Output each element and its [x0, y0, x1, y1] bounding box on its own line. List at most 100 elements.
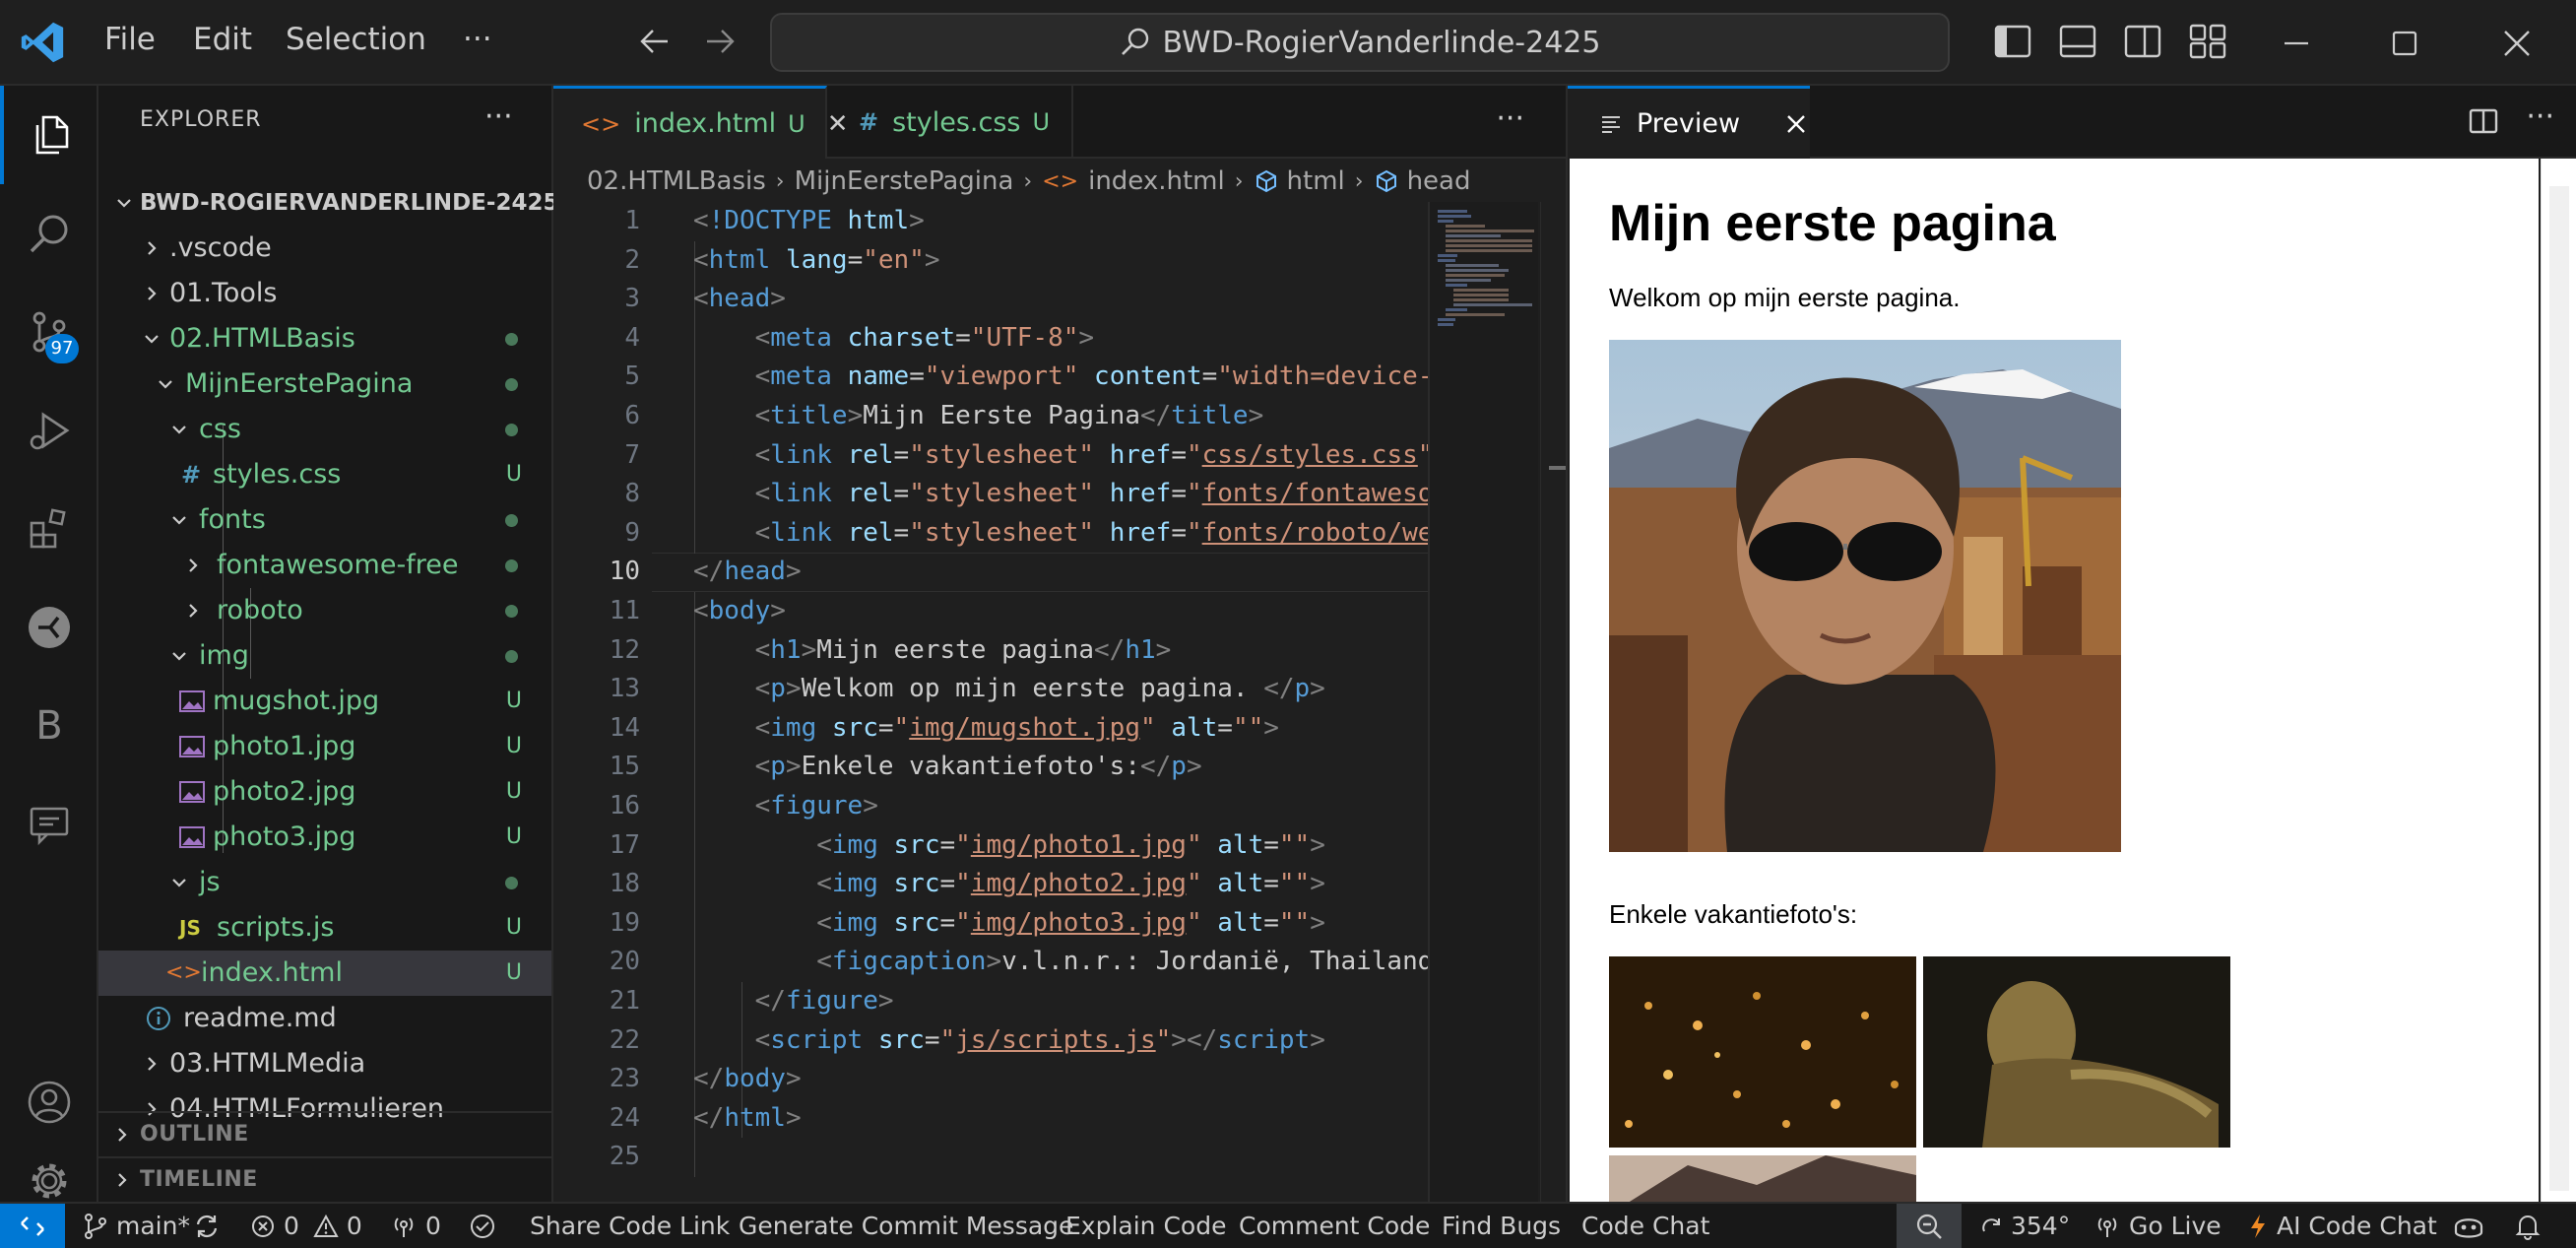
tree-item-photo2[interactable]: photo2.jpg U — [98, 769, 551, 815]
photo2-image — [1923, 956, 2230, 1148]
untracked-badge: U — [505, 960, 522, 985]
comment-code-button[interactable]: Comment Code — [1239, 1204, 1430, 1248]
tree-item-readme[interactable]: readme.md — [98, 996, 551, 1041]
notifications-button[interactable] — [2515, 1204, 2548, 1248]
menu-edit[interactable]: Edit — [193, 22, 252, 57]
tree-item-mijneerstepagina[interactable]: MijnEerstePagina — [98, 361, 551, 407]
tree-label: css — [199, 414, 241, 444]
scrollbar-thumb[interactable] — [2549, 186, 2569, 1191]
code-chat-button[interactable]: Code Chat — [1581, 1204, 1709, 1248]
generate-commit-message-button[interactable]: Generate Commit Message — [739, 1204, 1073, 1248]
zoom-button[interactable] — [1897, 1204, 1962, 1248]
modified-dot — [505, 559, 518, 572]
toggle-secondary-sidebar-icon[interactable] — [2123, 22, 2162, 61]
chevron-down-icon — [167, 497, 191, 543]
nav-back-button[interactable] — [630, 16, 679, 67]
ports-indicator[interactable]: 0 — [390, 1204, 441, 1248]
explain-code-button[interactable]: Explain Code — [1065, 1204, 1226, 1248]
temperature-indicator[interactable]: 354° — [1981, 1204, 2070, 1248]
activity-b-extension[interactable]: B — [0, 677, 98, 775]
tree-item-htmlmedia[interactable]: 03.HTMLMedia — [98, 1041, 551, 1086]
command-center-search[interactable]: BWD-RogierVanderlinde-2425 — [770, 13, 1950, 72]
activity-explorer[interactable] — [0, 86, 98, 184]
page-heading: Mijn eerste pagina — [1609, 195, 2056, 252]
ai-code-chat-button[interactable]: AI Code Chat — [2247, 1204, 2437, 1248]
tab-preview[interactable]: Preview — [1568, 86, 1810, 159]
toggle-panel-icon[interactable] — [2058, 22, 2097, 61]
tree-item-fontawesome[interactable]: fontawesome-free — [98, 543, 551, 588]
breadcrumb-item[interactable]: MijnEerstePagina — [795, 166, 1014, 196]
split-editor-icon[interactable] — [2468, 105, 2499, 137]
code-line: <p>Welkom op mijn eerste pagina. </p> — [754, 674, 1325, 704]
preview-more-button[interactable]: ··· — [2526, 99, 2554, 134]
breadcrumb-item[interactable]: 02.HTMLBasis — [587, 166, 766, 196]
activity-accounts[interactable] — [0, 1053, 98, 1151]
go-live-label: Go Live — [2129, 1212, 2222, 1240]
tab-styles-css[interactable]: # styles.css U — [827, 86, 1073, 159]
page-vacation-label: Enkele vakantiefoto's: — [1609, 899, 1858, 929]
tree-label: fontawesome-free — [217, 550, 459, 580]
branch-indicator[interactable]: main* — [83, 1204, 190, 1248]
timeline-section[interactable]: TIMELINE — [98, 1156, 551, 1202]
customize-layout-icon[interactable] — [2188, 22, 2227, 61]
tree-item-fonts[interactable]: fonts — [98, 497, 551, 543]
activity-chat[interactable] — [0, 775, 98, 874]
breadcrumb-item[interactable]: html — [1287, 166, 1345, 196]
toggle-sidebar-icon[interactable] — [1993, 22, 2032, 61]
preview-icon — [1602, 115, 1620, 133]
remote-indicator[interactable] — [0, 1204, 65, 1248]
editor-scrollbar[interactable] — [1540, 202, 1569, 1202]
menu-file[interactable]: File — [104, 22, 156, 57]
activity-search[interactable] — [0, 184, 98, 283]
tree-item-vscode[interactable]: .vscode — [98, 226, 551, 271]
code-line: <html lang="en"> — [693, 244, 940, 275]
activity-extensions[interactable] — [0, 480, 98, 578]
find-bugs-button[interactable]: Find Bugs — [1442, 1204, 1561, 1248]
chevron-right-icon: › — [1234, 168, 1244, 194]
menu-more[interactable]: ··· — [463, 22, 492, 57]
image-file-icon — [179, 815, 205, 860]
tree-item-roboto[interactable]: roboto — [98, 588, 551, 633]
nav-forward-button[interactable] — [695, 16, 744, 67]
problems-indicator[interactable]: 0 0 — [250, 1204, 362, 1248]
tree-item-index-html[interactable]: <> index.html U — [98, 951, 551, 996]
share-code-link-button[interactable]: Share Code Link — [530, 1204, 730, 1248]
vscode-logo-icon[interactable] — [20, 20, 65, 65]
tree-item-scripts-js[interactable]: JS scripts.js U — [98, 905, 551, 951]
activity-remote-explorer[interactable] — [0, 578, 98, 677]
sync-button[interactable] — [193, 1204, 228, 1248]
breadcrumb-item[interactable]: head — [1407, 166, 1471, 196]
preview-scrollbar[interactable] — [2541, 159, 2576, 1202]
tree-root[interactable]: BWD-ROGIERVANDERLINDE-2425 — [98, 180, 558, 226]
bell-icon — [2515, 1215, 2541, 1240]
menu-selection[interactable]: Selection — [286, 22, 426, 57]
maximize-icon[interactable] — [2383, 22, 2426, 65]
chevron-right-icon — [140, 1041, 163, 1086]
tree-item-css[interactable]: css — [98, 407, 551, 452]
tree-item-js[interactable]: js — [98, 860, 551, 905]
tree-item-htmlbasis[interactable]: 02.HTMLBasis — [98, 316, 551, 361]
tree-item-photo1[interactable]: photo1.jpg U — [98, 724, 551, 769]
minimize-icon[interactable] — [2275, 22, 2318, 65]
activity-run-debug[interactable] — [0, 381, 98, 480]
go-live-button[interactable]: Go Live — [2093, 1204, 2222, 1248]
tab-index-html[interactable]: <> index.html U ✕ — [553, 86, 849, 159]
close-tab-icon[interactable] — [1785, 113, 1807, 135]
tree-item-mugshot[interactable]: mugshot.jpg U — [98, 679, 551, 724]
tree-item-photo3[interactable]: photo3.jpg U — [98, 815, 551, 860]
minimap[interactable] — [1428, 202, 1538, 1202]
explorer-more-button[interactable]: ··· — [484, 99, 513, 134]
outline-label: OUTLINE — [140, 1122, 249, 1147]
activity-source-control[interactable]: 97 — [0, 283, 98, 381]
tree-item-styles-css[interactable]: # styles.css U — [98, 452, 551, 497]
copilot-button[interactable] — [2452, 1204, 2493, 1248]
code-editor[interactable]: 1 2 3 4 5 6 7 8 9 10 11 12 13 14 15 16 17 18 19 20 21 22 23 24 2… — [553, 202, 1428, 1202]
outline-section[interactable]: OUTLINE — [98, 1111, 551, 1156]
check-indicator[interactable] — [469, 1204, 504, 1248]
run-debug-icon — [30, 412, 70, 450]
breadcrumb-item[interactable]: index.html — [1088, 166, 1225, 196]
tree-item-img[interactable]: img — [98, 633, 551, 679]
tree-item-tools[interactable]: 01.Tools — [98, 271, 551, 316]
editor-more-button[interactable]: ··· — [1496, 101, 1524, 136]
close-window-icon[interactable] — [2495, 22, 2539, 65]
